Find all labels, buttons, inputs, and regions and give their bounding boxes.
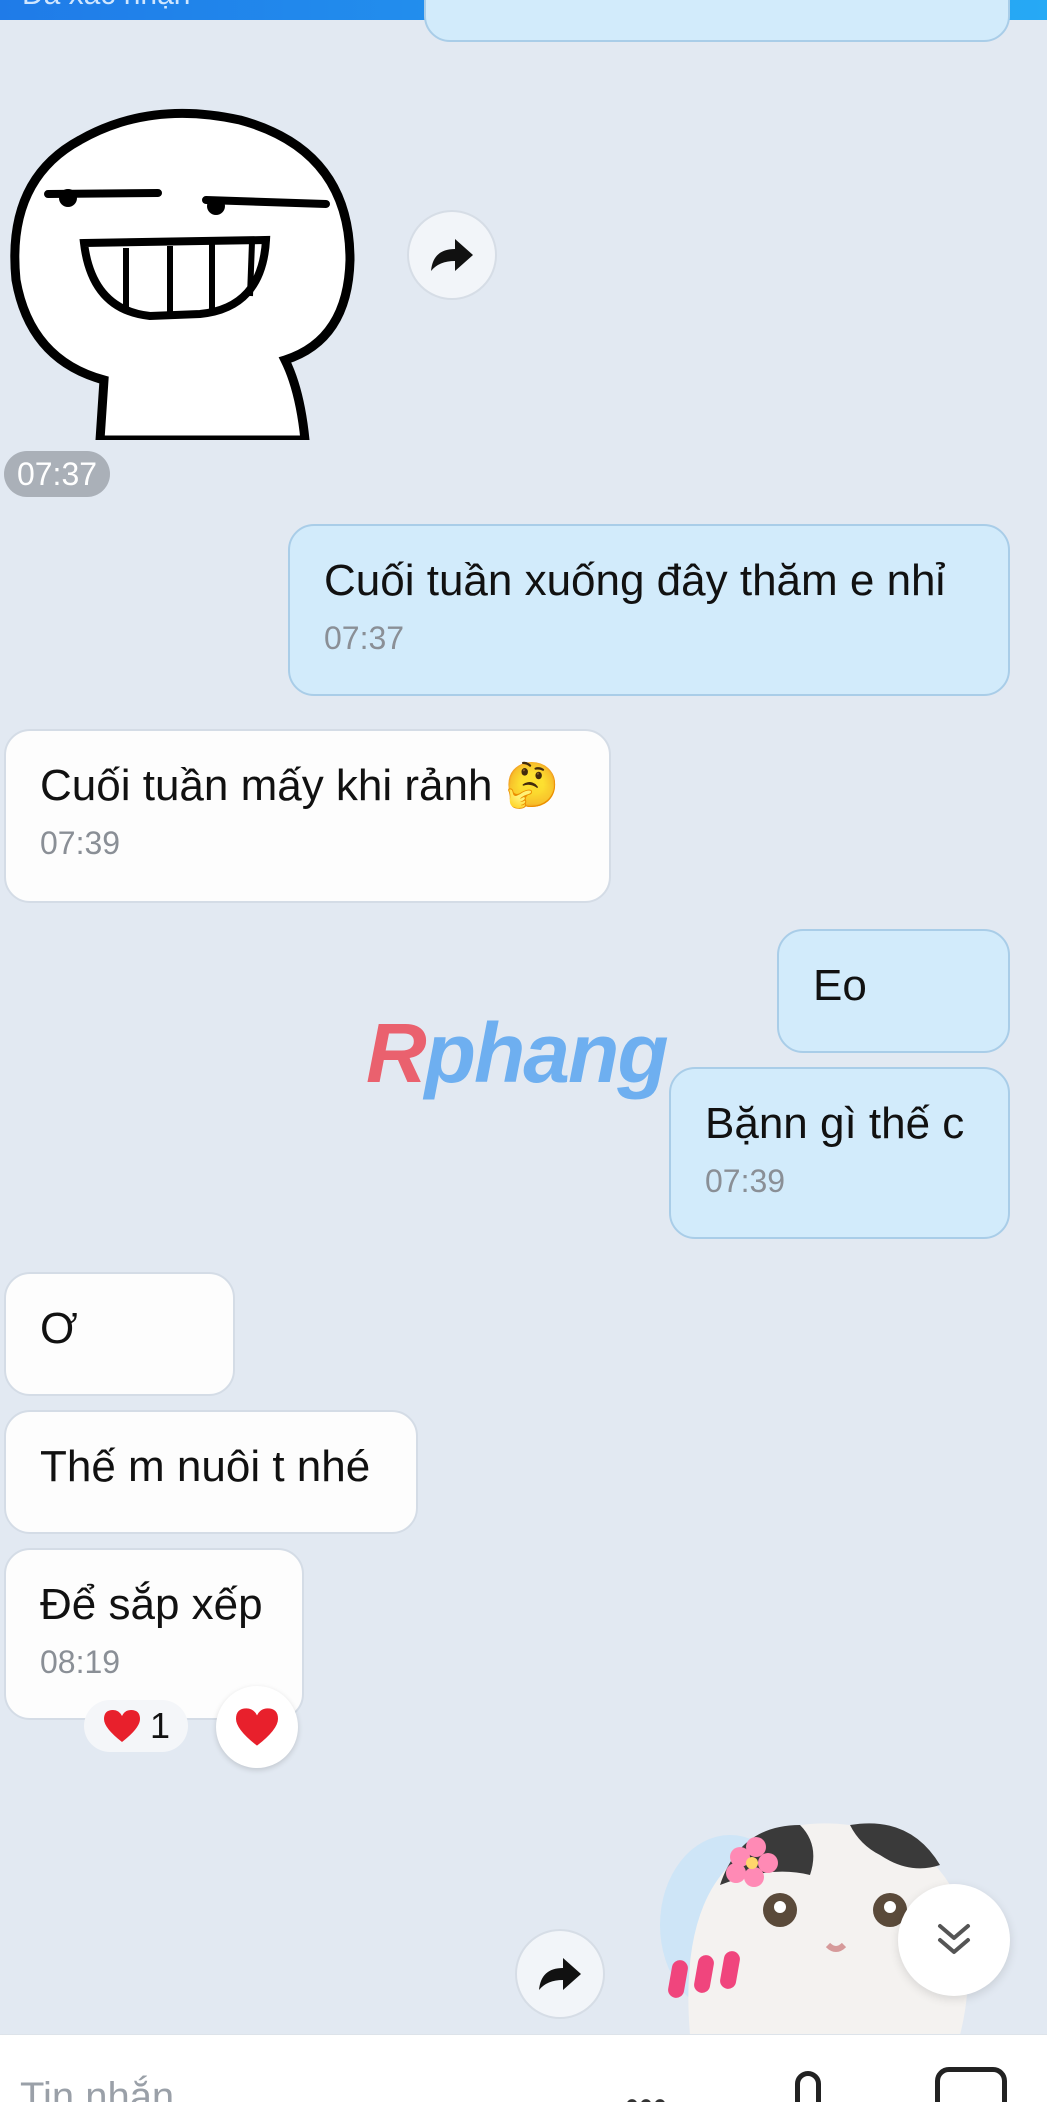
- message-text: Bặnn gì thế c: [705, 1099, 965, 1148]
- message-input-bar: Tin nhắn •••: [0, 2034, 1047, 2102]
- more-icon[interactable]: •••: [625, 2083, 667, 2102]
- message-time: 07:39: [705, 1163, 786, 1199]
- message-bubble-received[interactable]: Ơ: [4, 1272, 235, 1396]
- forward-button[interactable]: [515, 1929, 605, 2019]
- reaction-summary[interactable]: 1: [84, 1700, 188, 1752]
- forward-button[interactable]: [407, 210, 497, 300]
- react-heart-button[interactable]: [216, 1686, 298, 1768]
- previous-message-bubble[interactable]: [424, 0, 1010, 42]
- message-text: Eo: [813, 961, 867, 1010]
- image-icon[interactable]: [935, 2067, 1007, 2102]
- message-bubble-sent[interactable]: Bặnn gì thế c 07:39: [669, 1067, 1010, 1239]
- message-bubble-sent[interactable]: Eo: [777, 929, 1010, 1053]
- message-time: 07:37: [324, 620, 405, 656]
- message-time: 08:19: [40, 1644, 121, 1680]
- message-text: Thế m nuôi t nhé: [40, 1442, 371, 1491]
- watermark-logo: Rphang: [366, 1005, 669, 1102]
- message-bubble-received[interactable]: Thế m nuôi t nhé: [4, 1410, 418, 1534]
- double-chevron-down-icon: [938, 1924, 970, 1954]
- message-text: Cuối tuần xuống đây thăm e nhỉ: [324, 556, 946, 605]
- message-time: 07:39: [40, 825, 121, 861]
- message-bubble-sent[interactable]: Cuối tuần xuống đây thăm e nhỉ 07:37: [288, 524, 1010, 696]
- message-input[interactable]: Tin nhắn: [20, 2075, 174, 2102]
- sticker-timestamp: 07:37: [4, 451, 110, 497]
- message-text: Để sắp xếp: [40, 1580, 263, 1629]
- heart-icon: [103, 1710, 140, 1742]
- forward-arrow-icon: [431, 239, 473, 271]
- watermark-rest: phang: [424, 1006, 669, 1100]
- watermark-r: R: [366, 1006, 427, 1100]
- message-bubble-received[interactable]: Cuối tuần mấy khi rảnh 🤔 07:39: [4, 729, 611, 903]
- microphone-icon[interactable]: [795, 2071, 821, 2102]
- forward-arrow-icon: [539, 1958, 581, 1990]
- message-text: Cuối tuần mấy khi rảnh 🤔: [40, 761, 560, 810]
- message-text: Ơ: [40, 1304, 78, 1353]
- reaction-count: 1: [149, 1705, 171, 1746]
- header-partial-text: Đã xác nhận: [22, 0, 190, 12]
- scroll-to-bottom-button[interactable]: [898, 1884, 1010, 1996]
- grinning-face-sticker[interactable]: [0, 60, 370, 445]
- heart-icon: [236, 1708, 278, 1746]
